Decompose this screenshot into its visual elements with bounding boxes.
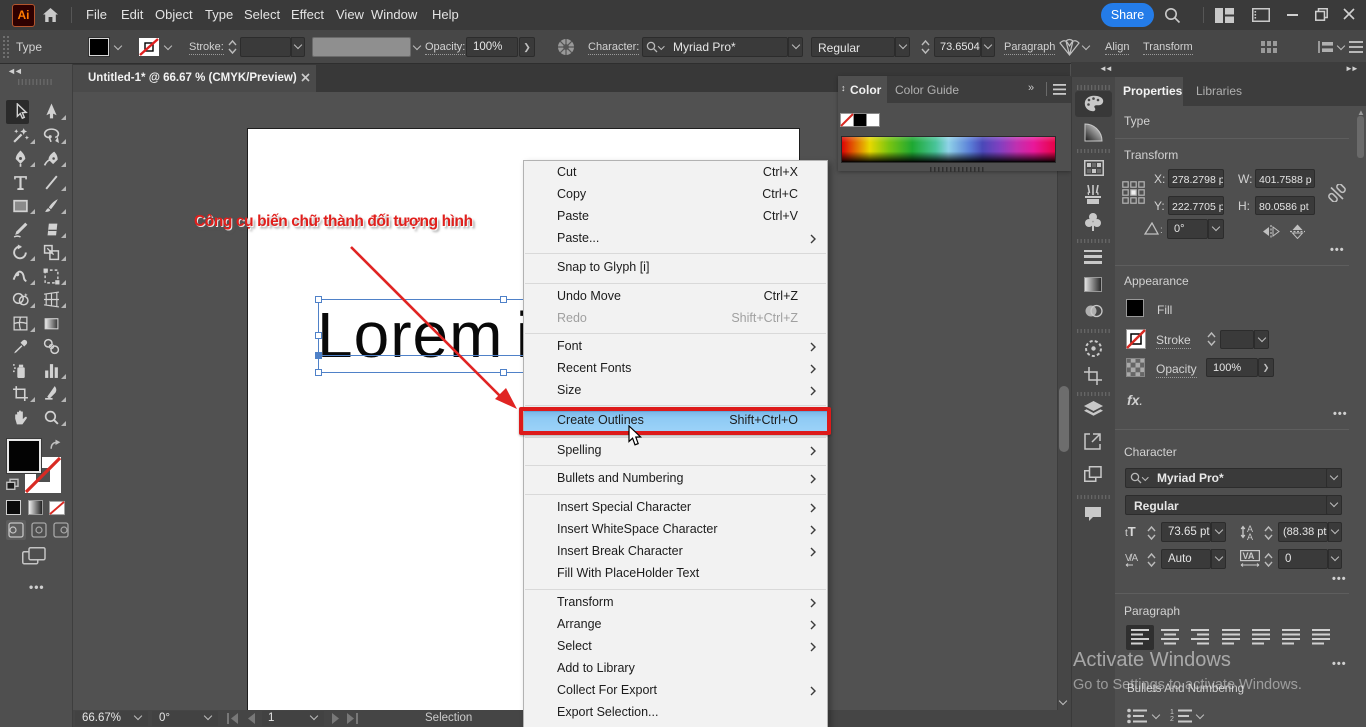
svg-text:1: 1 (1170, 709, 1174, 716)
svg-text:V/A: V/A (1125, 553, 1138, 564)
svg-text:2: 2 (1170, 716, 1174, 723)
svg-text:A: A (1247, 532, 1253, 541)
svg-text:VA: VA (1243, 551, 1255, 561)
